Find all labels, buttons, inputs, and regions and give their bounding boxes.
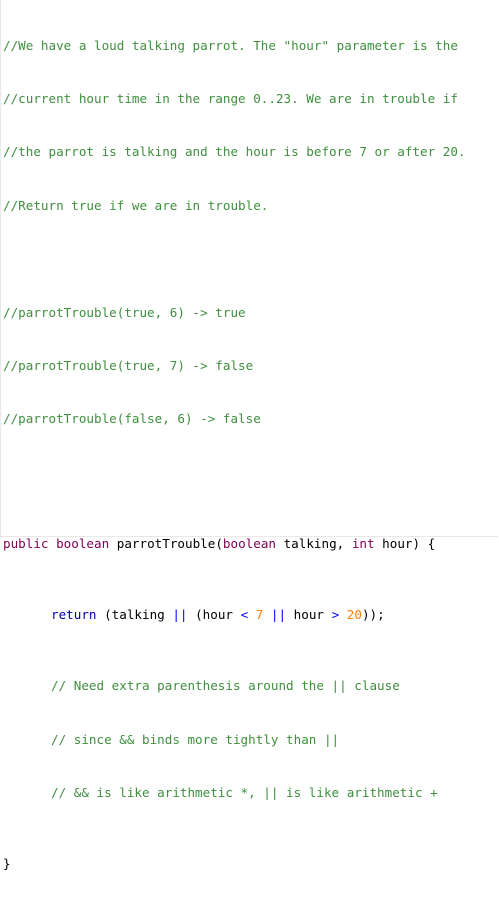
param-type-boolean: boolean	[222, 535, 276, 551]
operator-lt: <	[240, 607, 249, 623]
number-20: 20	[339, 607, 362, 623]
param-hour: hour) {	[374, 535, 436, 551]
example-line-2: //parrotTrouble(true, 7) -> false	[3, 357, 254, 373]
return-statement: return (talking || (hour < 7 || hour > 2…	[51, 607, 385, 623]
operator-gt: >	[331, 607, 340, 623]
operator-or: ||	[270, 607, 287, 623]
comment-line-4: //Return true if we are in trouble.	[3, 197, 269, 213]
keyword-boolean: boolean	[56, 535, 110, 551]
number-7: 7	[248, 607, 271, 623]
body-comment-2: // since && binds more tightly than ||	[51, 731, 340, 747]
operator-or: ||	[172, 607, 188, 623]
keyword-return: return	[51, 607, 97, 623]
comment-line-2: //current hour time in the range 0..23. …	[3, 90, 458, 106]
code-editor[interactable]: //We have a loud talking parrot. The "ho…	[0, 0, 498, 871]
comment-line-1: //We have a loud talking parrot. The "ho…	[3, 37, 458, 53]
example-line-3: //parrotTrouble(false, 6) -> false	[3, 411, 261, 427]
body-comment-1: // Need extra parenthesis around the || …	[51, 678, 400, 694]
body-comment-3: // && is like arithmetic *, || is like a…	[51, 785, 438, 801]
example-line-1: //parrotTrouble(true, 6) -> true	[3, 304, 246, 320]
comment-line-3: //the parrot is talking and the hour is …	[3, 144, 466, 160]
code-text: //We have a loud talking parrot. The "ho…	[3, 1, 466, 909]
param-talking: talking,	[276, 535, 352, 551]
param-type-int: int	[351, 535, 375, 551]
keyword-public: public	[3, 535, 49, 551]
method-name: parrotTrouble(	[116, 535, 223, 551]
closing-brace: }	[3, 856, 11, 872]
